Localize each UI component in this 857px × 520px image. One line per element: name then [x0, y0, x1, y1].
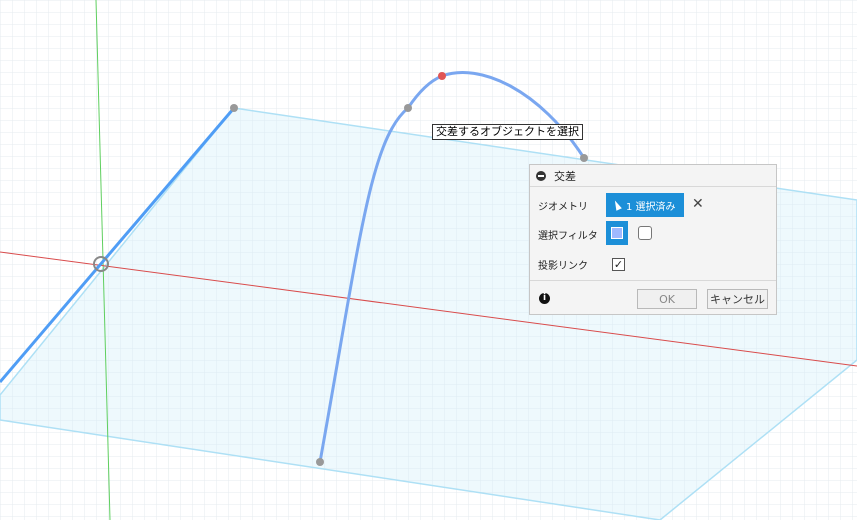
selected-point[interactable] [438, 72, 446, 80]
cursor-icon [612, 199, 622, 211]
sketch-point[interactable] [230, 104, 238, 112]
geometry-row: ジオメトリ [538, 198, 606, 213]
sketch-point[interactable] [580, 154, 588, 162]
geometry-button-label: 1 選択済み [626, 201, 676, 213]
filter-label: 選択フィルタ [538, 231, 598, 242]
projection-link-label: 投影リンク [538, 261, 588, 272]
geometry-label: ジオメトリ [538, 202, 588, 213]
tooltip: 交差するオブジェクトを選択 [432, 124, 583, 140]
info-icon[interactable]: i [539, 293, 550, 304]
dialog-header[interactable]: 交差 [530, 165, 776, 187]
projection-link-row: 投影リンク [538, 257, 606, 272]
filter-body-icon[interactable] [638, 226, 652, 240]
sketch-point[interactable] [404, 104, 412, 112]
sketch-point[interactable] [316, 458, 324, 466]
projection-link-checkbox[interactable]: ✓ [612, 258, 625, 271]
collapse-icon[interactable] [536, 170, 546, 181]
filter-face-button[interactable] [606, 221, 628, 245]
cancel-button[interactable]: キャンセル [707, 289, 768, 309]
clear-icon[interactable]: ✕ [692, 196, 704, 212]
geometry-select-button[interactable]: 1 選択済み [606, 193, 684, 217]
ok-button[interactable]: OK [637, 289, 697, 309]
intersect-dialog: 交差 ジオメトリ 1 選択済み ✕ 選択フィルタ 投影リンク ✓ i OK キャ… [529, 164, 777, 315]
dialog-title: 交差 [554, 169, 576, 183]
dialog-footer: i OK キャンセル [530, 280, 776, 315]
filter-face-icon [611, 227, 623, 239]
filter-row: 選択フィルタ [538, 227, 606, 242]
